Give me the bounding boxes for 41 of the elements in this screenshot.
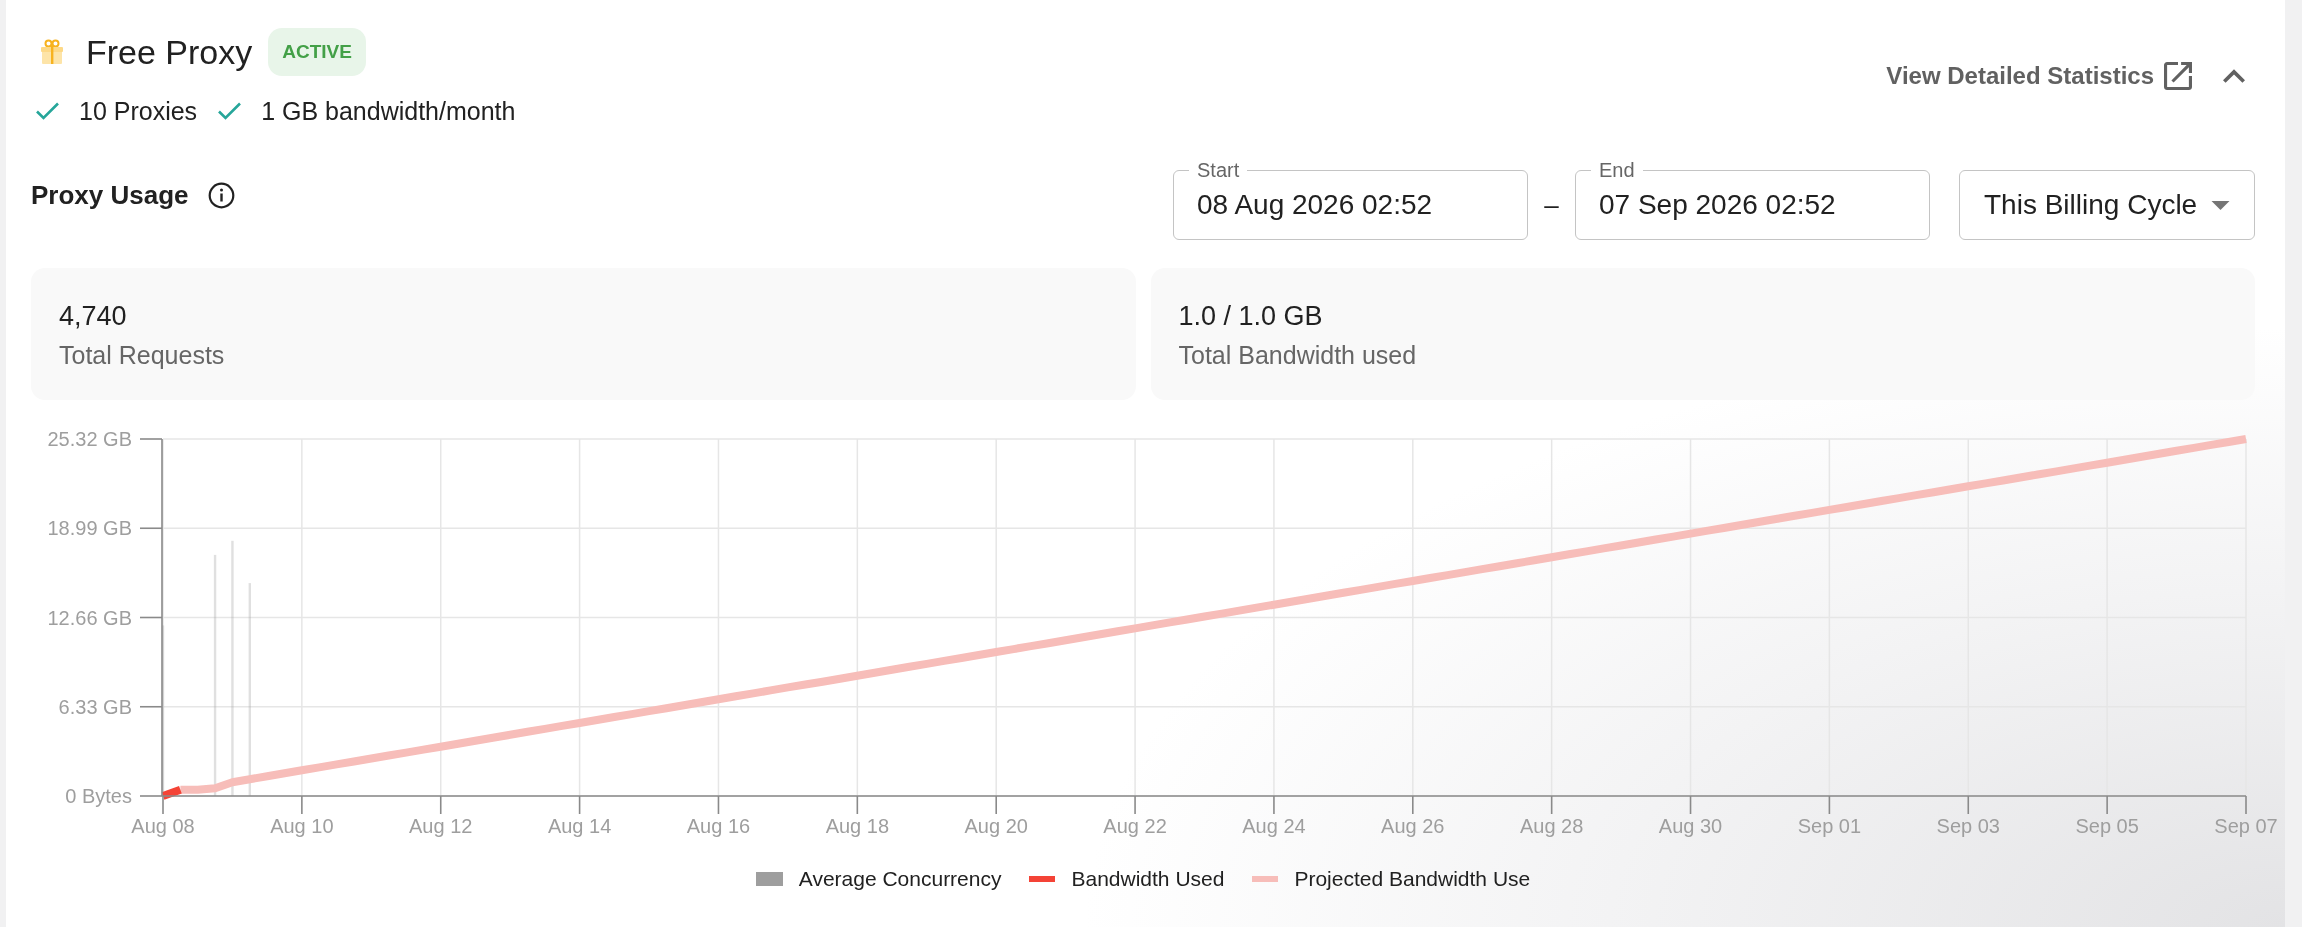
legend-label: Projected Bandwidth Use — [1294, 866, 1531, 892]
legend-label: Bandwidth Used — [1071, 866, 1225, 892]
x-axis-label: Aug 26 — [1381, 815, 1445, 837]
x-axis-label: Aug 10 — [270, 815, 334, 837]
feature-label: 10 Proxies — [79, 96, 198, 126]
x-axis-label: Sep 03 — [1936, 815, 2000, 837]
chevron-up-icon[interactable] — [2223, 69, 2245, 83]
x-axis-label: Sep 01 — [1797, 815, 1862, 837]
stat-value: 1.0 / 1.0 GB — [1178, 301, 1323, 331]
x-axis-label: Aug 28 — [1519, 815, 1584, 837]
x-axis-label: Aug 30 — [1658, 815, 1723, 837]
gift-icon — [40, 39, 64, 65]
caret-down-icon — [2211, 200, 2230, 210]
plan-title: Free Proxy — [86, 32, 253, 72]
external-link-icon — [2164, 62, 2192, 90]
y-axis-label: 12.66 GB — [47, 606, 132, 629]
x-axis-label: Aug 16 — [686, 815, 751, 837]
stat-label: Total Bandwidth used — [1178, 341, 1417, 369]
y-axis-label: 18.99 GB — [47, 517, 132, 540]
x-axis-label: Aug 14 — [547, 815, 612, 837]
stat-label: Total Requests — [59, 341, 225, 369]
section-title: Proxy Usage — [31, 180, 189, 210]
y-axis-label: 6.33 GB — [58, 695, 132, 718]
y-axis-label: 25.32 GB — [47, 428, 132, 450]
info-icon[interactable] — [207, 181, 235, 209]
view-statistics-link[interactable]: View Detailed Statistics — [1886, 61, 2192, 91]
x-axis-label: Sep 07 — [2214, 815, 2278, 837]
range-select[interactable]: This Billing Cycle — [1959, 170, 2255, 240]
x-axis-label: Aug 20 — [964, 815, 1028, 837]
range-separator: – — [1543, 188, 1560, 222]
y-axis-label: 0 Bytes — [65, 785, 132, 807]
x-axis-label: Aug 24 — [1242, 815, 1306, 837]
x-axis-label: Aug 12 — [409, 815, 473, 837]
x-axis-label: Aug 18 — [825, 815, 890, 837]
legend-label: Average Concurrency — [798, 866, 1002, 892]
x-axis-label: Aug 08 — [131, 815, 195, 837]
feature-label: 1 GB bandwidth/month — [261, 96, 516, 126]
x-axis-label: Aug 22 — [1103, 815, 1167, 837]
stat-value: 4,740 — [59, 301, 127, 331]
x-axis-label: Sep 05 — [2075, 815, 2139, 837]
status-badge: ACTIVE — [268, 28, 366, 76]
